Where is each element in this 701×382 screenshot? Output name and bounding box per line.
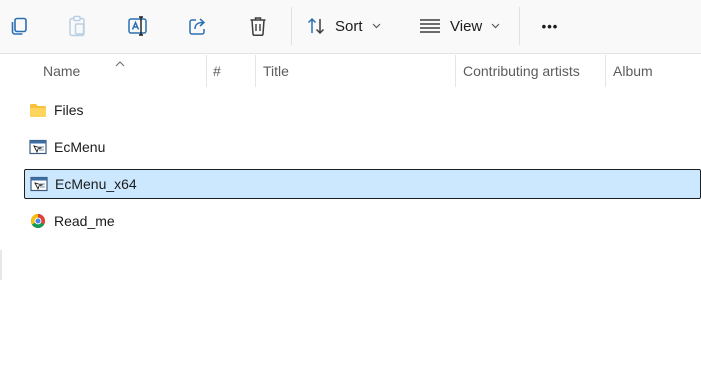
toolbar-separator [291,7,292,45]
column-album[interactable]: Album [613,54,701,88]
file-name: Read_me [54,213,115,229]
column-divider[interactable] [605,55,606,87]
sort-label: Sort [335,17,363,35]
more-options-button[interactable]: ••• [534,10,566,42]
rename-icon [127,15,149,37]
view-button[interactable]: View [419,10,505,42]
sort-icon [306,16,326,36]
file-name: EcMenu_x64 [55,176,137,192]
paste-icon [67,15,87,37]
view-label: View [450,17,483,35]
copy-button[interactable] [3,10,35,42]
copy-icon [9,16,29,36]
file-row-read-me[interactable]: Read_me [24,206,701,236]
folder-icon [29,101,47,119]
column-divider[interactable] [455,55,456,87]
column-contributing-artists[interactable]: Contributing artists [463,54,603,88]
paste-button[interactable] [61,10,93,42]
rename-button[interactable] [122,10,154,42]
column-divider[interactable] [206,55,207,87]
delete-button[interactable] [242,10,274,42]
toolbar-separator [519,7,520,45]
chrome-html-icon [29,212,47,230]
column-title[interactable]: Title [263,54,453,88]
chevron-down-icon [491,23,500,29]
view-list-icon [419,18,441,34]
column-number[interactable]: # [213,54,253,88]
file-row-ecmenu[interactable]: EcMenu [24,132,701,162]
column-header-row: Name # Title Contributing artists Album [0,54,701,88]
file-name: EcMenu [54,139,106,155]
more-icon: ••• [541,18,559,34]
share-button[interactable] [182,10,214,42]
command-bar: Sort View ••• [0,0,701,54]
application-icon [29,138,47,156]
column-divider[interactable] [255,55,256,87]
column-name[interactable]: Name [43,54,203,88]
share-icon [187,15,209,37]
file-name: Files [54,102,84,118]
delete-icon [248,15,268,37]
file-row-files[interactable]: Files [24,95,701,125]
sort-button[interactable]: Sort [306,10,390,42]
pane-edge [0,250,2,280]
file-row-ecmenu-x64[interactable]: EcMenu_x64 [24,169,701,199]
application-icon [30,175,48,193]
chevron-down-icon [372,23,381,29]
